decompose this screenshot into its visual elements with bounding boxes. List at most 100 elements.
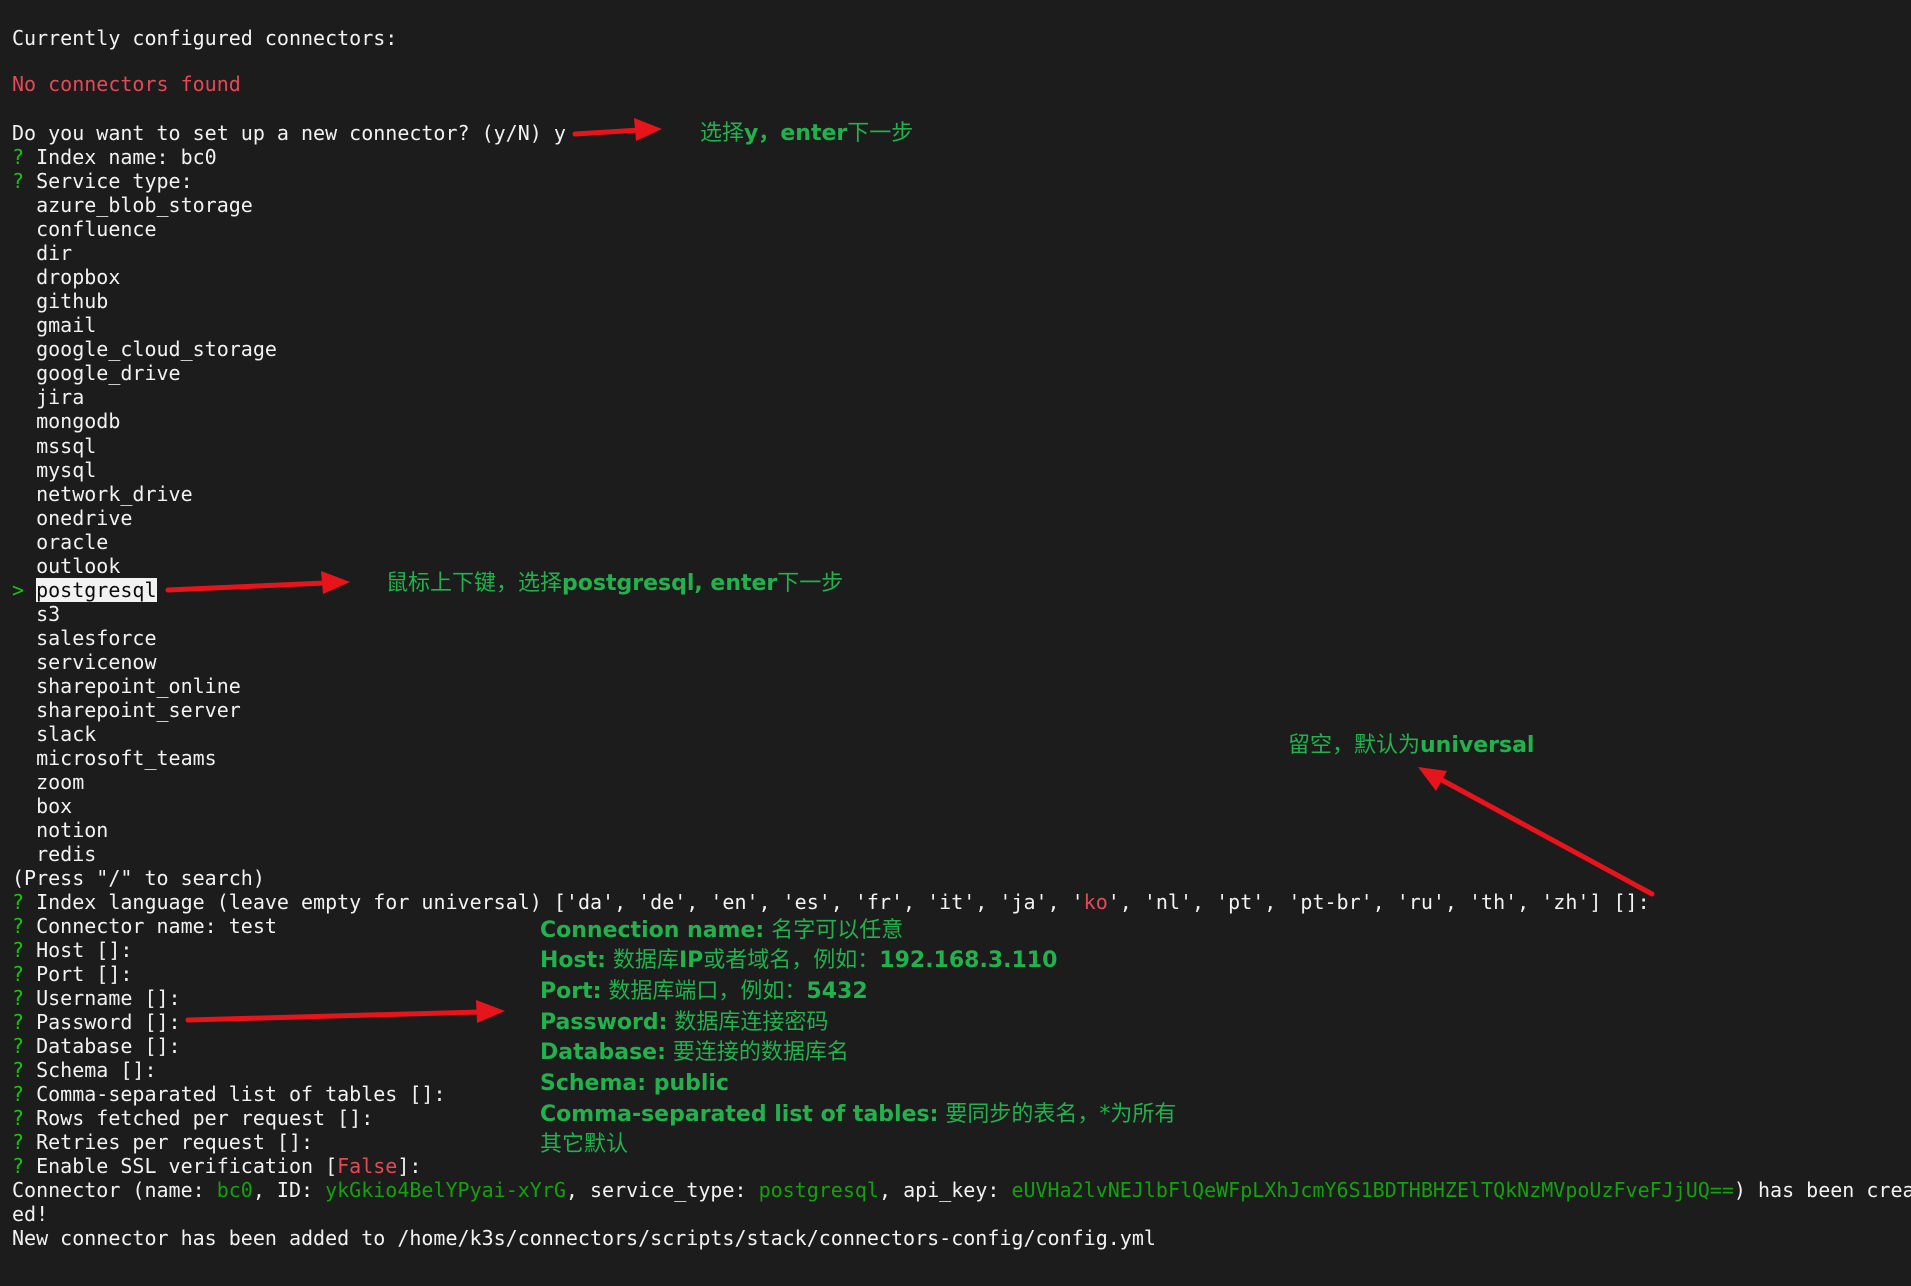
service-option-label: salesforce bbox=[36, 626, 157, 650]
service-option-label: network_drive bbox=[36, 482, 193, 506]
selection-gutter bbox=[12, 265, 24, 289]
selection-gutter bbox=[12, 674, 24, 698]
service-option-label: s3 bbox=[36, 602, 61, 626]
field-prompt-label: Comma-separated list of tables []: bbox=[36, 1082, 446, 1106]
service-option-label: azure_blob_storage bbox=[36, 193, 253, 217]
prompt-mark: ? bbox=[12, 169, 25, 193]
service-option-label: redis bbox=[36, 842, 97, 866]
field-prompt: ? Schema []: bbox=[12, 1058, 157, 1082]
service-option-sharepoint-server[interactable]: sharepoint_server bbox=[12, 698, 241, 722]
service-option-dir[interactable]: dir bbox=[12, 241, 72, 265]
selection-gutter bbox=[12, 434, 24, 458]
field-prompt: ? Username []: bbox=[12, 986, 181, 1010]
service-option-jira[interactable]: jira bbox=[12, 385, 84, 409]
service-option-mssql[interactable]: mssql bbox=[12, 434, 96, 458]
service-option-s3[interactable]: s3 bbox=[12, 602, 60, 626]
field-prompt: ? Rows fetched per request []: bbox=[12, 1106, 373, 1130]
search-hint: (Press "/" to search) bbox=[12, 866, 265, 890]
selection-gutter bbox=[12, 337, 24, 361]
ssl-line: ? Enable SSL verification [False]: bbox=[12, 1154, 422, 1178]
service-option-slack[interactable]: slack bbox=[12, 722, 96, 746]
service-option-github[interactable]: github bbox=[12, 289, 108, 313]
service-option-label: notion bbox=[36, 818, 109, 842]
service-option-label: mongodb bbox=[36, 409, 121, 433]
service-option-label: slack bbox=[36, 722, 97, 746]
service-option-label: dir bbox=[36, 241, 73, 265]
service-option-label: gmail bbox=[36, 313, 97, 337]
service-option-microsoft-teams[interactable]: microsoft_teams bbox=[12, 746, 217, 770]
field-prompt: ? Connector name: test bbox=[12, 914, 277, 938]
annotation-schema: Schema: public bbox=[540, 1071, 729, 1096]
field-prompt: ? Comma-separated list of tables []: bbox=[12, 1082, 446, 1106]
service-option-oracle[interactable]: oracle bbox=[12, 530, 108, 554]
connector-created-line-wrap: ed! bbox=[12, 1202, 49, 1226]
service-option-redis[interactable]: redis bbox=[12, 842, 96, 866]
service-option-servicenow[interactable]: servicenow bbox=[12, 650, 156, 674]
selection-gutter bbox=[12, 770, 24, 794]
service-option-outlook[interactable]: outlook bbox=[12, 554, 120, 578]
terminal-window: Currently configured connectors: No conn… bbox=[0, 0, 1911, 1286]
index-name-text: Index name: bc0 bbox=[36, 145, 217, 169]
field-prompt-label: Schema []: bbox=[36, 1058, 157, 1082]
service-option-confluence[interactable]: confluence bbox=[12, 217, 156, 241]
service-option-label: google_drive bbox=[36, 361, 181, 385]
prompt-mark: ? bbox=[12, 1058, 25, 1082]
selection-gutter bbox=[12, 818, 24, 842]
prompt-mark: ? bbox=[12, 1106, 25, 1130]
annotation-database: Database: 要连接的数据库名 bbox=[540, 1040, 849, 1065]
api-key-value: eUVHa2lvNEJlbFlQeWFpLXhJcmY6S1BDTHBHZElT… bbox=[1011, 1178, 1734, 1202]
service-option-mongodb[interactable]: mongodb bbox=[12, 409, 120, 433]
service-option-label: box bbox=[36, 794, 73, 818]
service-option-dropbox[interactable]: dropbox bbox=[12, 265, 120, 289]
service-option-label: zoom bbox=[36, 770, 85, 794]
selection-gutter bbox=[12, 626, 24, 650]
service-option-box[interactable]: box bbox=[12, 794, 72, 818]
selection-gutter bbox=[12, 506, 24, 530]
field-prompt: ? Database []: bbox=[12, 1034, 181, 1058]
selection-gutter bbox=[12, 217, 24, 241]
service-option-label: jira bbox=[36, 385, 85, 409]
selection-gutter bbox=[12, 602, 24, 626]
service-option-salesforce[interactable]: salesforce bbox=[12, 626, 157, 650]
service-option-label: google_cloud_storage bbox=[36, 337, 277, 361]
selection-gutter bbox=[12, 482, 24, 506]
selection-gutter bbox=[12, 842, 24, 866]
annotation-host: Host: 数据库IP或者域名，例如：192.168.3.110 bbox=[540, 948, 1058, 973]
field-prompt-label: Connector name: test bbox=[36, 914, 277, 938]
service-option-postgresql[interactable]: > postgresql bbox=[12, 578, 157, 602]
service-option-label: sharepoint_online bbox=[36, 674, 241, 698]
configured-header: Currently configured connectors: bbox=[12, 26, 398, 50]
field-prompt: ? Retries per request []: bbox=[12, 1130, 313, 1154]
selection-gutter bbox=[12, 313, 24, 337]
selection-gutter bbox=[12, 554, 24, 578]
service-option-label: outlook bbox=[36, 554, 121, 578]
prompt-mark: ? bbox=[12, 1154, 25, 1178]
annotation-language-empty: 留空，默认为universal bbox=[1288, 733, 1535, 758]
service-option-google-drive[interactable]: google_drive bbox=[12, 361, 181, 385]
annotation-connection-name: Connection name: 名字可以任意 bbox=[540, 918, 904, 943]
annotation-select-postgresql: 鼠标上下键，选择postgresql, enter下一步 bbox=[386, 571, 844, 596]
selection-gutter bbox=[12, 722, 24, 746]
service-option-network-drive[interactable]: network_drive bbox=[12, 482, 193, 506]
service-option-azure-blob-storage[interactable]: azure_blob_storage bbox=[12, 193, 253, 217]
field-prompt-label: Username []: bbox=[36, 986, 181, 1010]
service-option-zoom[interactable]: zoom bbox=[12, 770, 84, 794]
service-option-gmail[interactable]: gmail bbox=[12, 313, 96, 337]
service-option-sharepoint-online[interactable]: sharepoint_online bbox=[12, 674, 241, 698]
service-type-line: ? Service type: bbox=[12, 169, 193, 193]
service-option-mysql[interactable]: mysql bbox=[12, 458, 96, 482]
annotation-others-default: 其它默认 bbox=[540, 1132, 629, 1157]
field-prompt-label: Host []: bbox=[36, 938, 133, 962]
service-option-google-cloud-storage[interactable]: google_cloud_storage bbox=[12, 337, 277, 361]
index-name-line: ? Index name: bc0 bbox=[12, 145, 217, 169]
service-option-onedrive[interactable]: onedrive bbox=[12, 506, 132, 530]
prompt-mark: ? bbox=[12, 986, 25, 1010]
service-option-label: onedrive bbox=[36, 506, 133, 530]
service-option-notion[interactable]: notion bbox=[12, 818, 108, 842]
service-option-label: microsoft_teams bbox=[36, 746, 217, 770]
prompt-mark: ? bbox=[12, 1010, 25, 1034]
ko-language-value: ko bbox=[1083, 890, 1108, 914]
prompt-mark: ? bbox=[12, 962, 25, 986]
field-prompt-label: Port []: bbox=[36, 962, 133, 986]
service-option-label: postgresql bbox=[36, 578, 157, 602]
